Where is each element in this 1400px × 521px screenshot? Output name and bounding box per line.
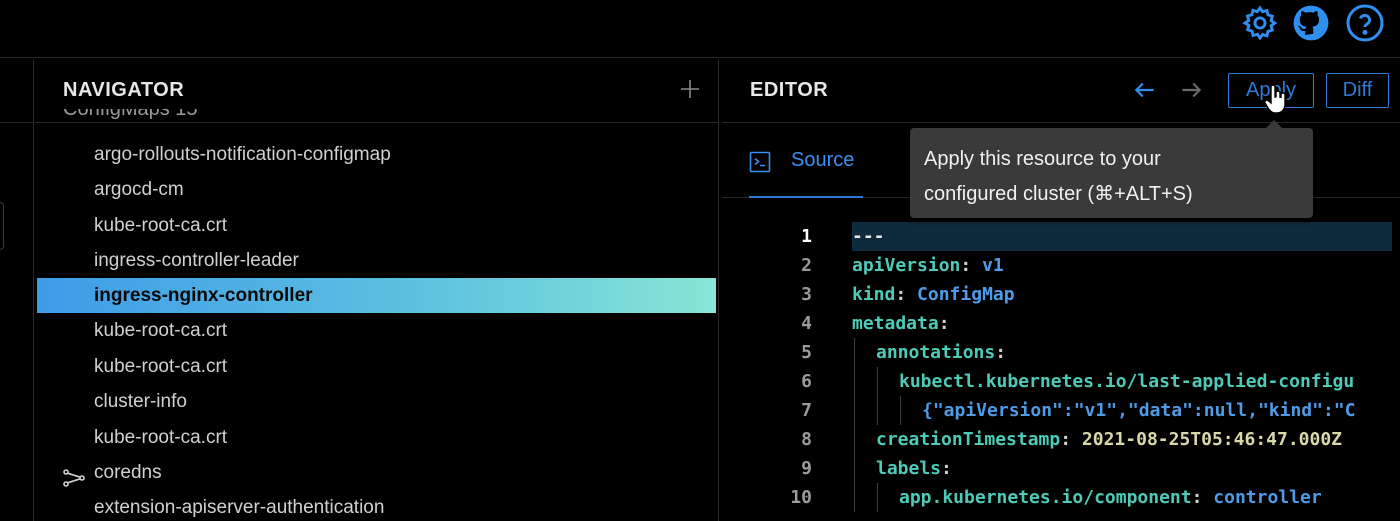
forward-arrow-icon[interactable] <box>1178 77 1204 103</box>
editor-header: EDITOR Apply Diff <box>722 59 1400 123</box>
code-line: 1 --- <box>722 222 1400 251</box>
divider <box>0 122 34 123</box>
list-item[interactable]: coredns <box>37 455 716 490</box>
list-item[interactable]: argocd-cm <box>37 172 716 207</box>
github-icon[interactable] <box>1291 3 1331 43</box>
hand-cursor-icon <box>1263 84 1289 116</box>
plus-icon[interactable] <box>678 77 702 101</box>
navigator-pane: NAVIGATOR ConfigMaps 15 argo-rollouts-no… <box>35 59 719 521</box>
list-item[interactable]: cluster-info <box>37 384 716 419</box>
list-item[interactable]: kube-root-ca.crt <box>37 349 716 384</box>
code-line: 9 labels: <box>722 454 1400 483</box>
terminal-icon <box>749 151 771 178</box>
code-line: 4 metadata: <box>801 313 950 334</box>
section-heading-partial: ConfigMaps 15 <box>63 109 198 120</box>
code-line: 8 creationTimestamp: 2021-08-25T05:46:47… <box>722 425 1400 454</box>
navigator-header: NAVIGATOR ConfigMaps 15 <box>35 59 718 123</box>
tab-source[interactable]: Source <box>749 124 863 198</box>
top-bar <box>0 0 1400 58</box>
code-line: 7 {"apiVersion":"v1","data":null,"kind":… <box>722 396 1400 425</box>
code-line: 5 annotations: <box>722 338 1400 367</box>
gear-icon[interactable] <box>1240 3 1280 43</box>
list-item[interactable]: kube-root-ca.crt <box>37 313 716 348</box>
left-pane <box>0 59 34 521</box>
tab-label: Source <box>791 149 855 171</box>
list-item[interactable]: kube-root-ca.crt <box>37 208 716 243</box>
editor-title: EDITOR <box>750 79 829 101</box>
diff-button[interactable]: Diff <box>1326 73 1389 108</box>
navigator-title: NAVIGATOR <box>63 79 185 101</box>
list-item[interactable]: argo-rollouts-notification-configmap <box>37 137 716 172</box>
collapsed-panel-handle[interactable] <box>0 202 4 250</box>
code-line: 3 kind: ConfigMap <box>801 284 1015 305</box>
code-line: 2 apiVersion: v1 <box>801 255 1004 276</box>
list-item-selected[interactable]: ingress-nginx-controller <box>37 278 716 313</box>
help-icon[interactable] <box>1345 3 1385 43</box>
apply-tooltip: Apply this resource to your configured c… <box>910 120 1313 218</box>
code-line: 6 kubectl.kubernetes.io/last-applied-con… <box>722 367 1400 396</box>
list-item[interactable]: extension-apiserver-authentication <box>37 490 716 521</box>
list-item[interactable]: ingress-controller-leader <box>37 243 716 278</box>
list-item[interactable]: kube-root-ca.crt <box>37 420 716 455</box>
back-arrow-icon[interactable] <box>1132 77 1158 103</box>
code-line: 10 app.kubernetes.io/component: controll… <box>722 483 1400 512</box>
